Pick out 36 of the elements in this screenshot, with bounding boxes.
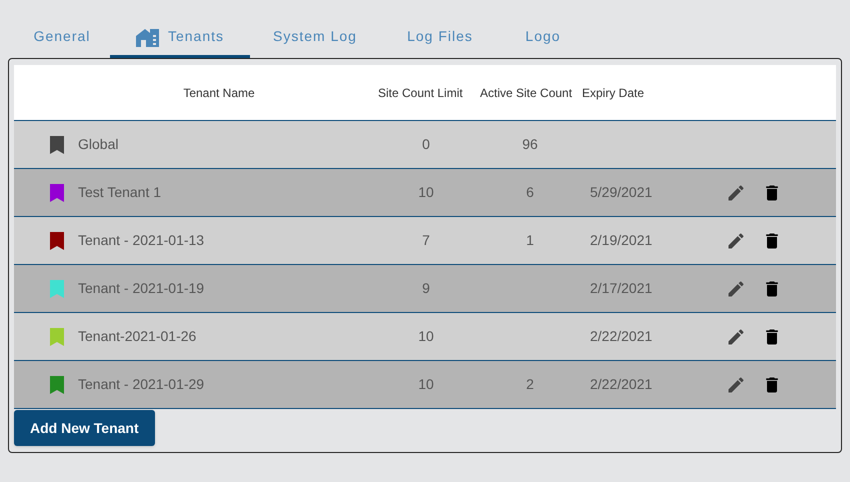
edit-icon[interactable] xyxy=(726,182,746,202)
tenant-name: Tenant - 2021-01-19 xyxy=(78,279,204,298)
house-icon xyxy=(136,26,160,46)
edit-icon[interactable] xyxy=(726,374,746,394)
edit-icon[interactable] xyxy=(726,230,746,250)
site-count-limit: 10 xyxy=(418,376,434,392)
site-count-limit: 0 xyxy=(422,136,430,152)
tab[interactable]: System Log xyxy=(250,18,380,58)
active-site-count: 1 xyxy=(526,232,534,248)
edit-icon[interactable] xyxy=(726,326,746,346)
tenant-name: Global xyxy=(78,135,118,154)
active-site-count: 96 xyxy=(522,136,538,152)
site-count-limit: 9 xyxy=(422,280,430,296)
edit-icon[interactable] xyxy=(726,278,746,298)
tenant-name: Tenant - 2021-01-29 xyxy=(78,375,204,394)
site-count-limit: 10 xyxy=(418,184,434,200)
tenant-name: Tenant - 2021-01-13 xyxy=(78,231,204,250)
tab[interactable]: General xyxy=(14,18,110,58)
tenant-name: Test Tenant 1 xyxy=(78,183,162,202)
tab[interactable]: Logo xyxy=(500,18,586,58)
add-tenant-button[interactable]: Add New Tenant xyxy=(14,410,155,446)
site-count-limit: 10 xyxy=(418,328,434,344)
site-count-limit: 7 xyxy=(422,232,430,248)
expiry-date: 2/22/2021 xyxy=(590,328,652,344)
expiry-date: 2/22/2021 xyxy=(590,376,652,392)
expiry-date: 2/19/2021 xyxy=(590,232,652,248)
column-header: Tenant Name xyxy=(182,84,255,102)
expiry-date: 5/29/2021 xyxy=(590,184,652,200)
active-site-count: 6 xyxy=(526,184,534,200)
expiry-date: 2/17/2021 xyxy=(590,280,652,296)
active-site-count: 2 xyxy=(526,376,534,392)
tab[interactable]: Log Files xyxy=(380,18,500,58)
column-header: Active Site Count xyxy=(480,84,572,102)
column-header: Site Count Limit xyxy=(378,84,463,102)
tenant-name: Tenant-2021-01-26 xyxy=(78,327,196,346)
column-header: Expiry Date xyxy=(582,84,644,102)
